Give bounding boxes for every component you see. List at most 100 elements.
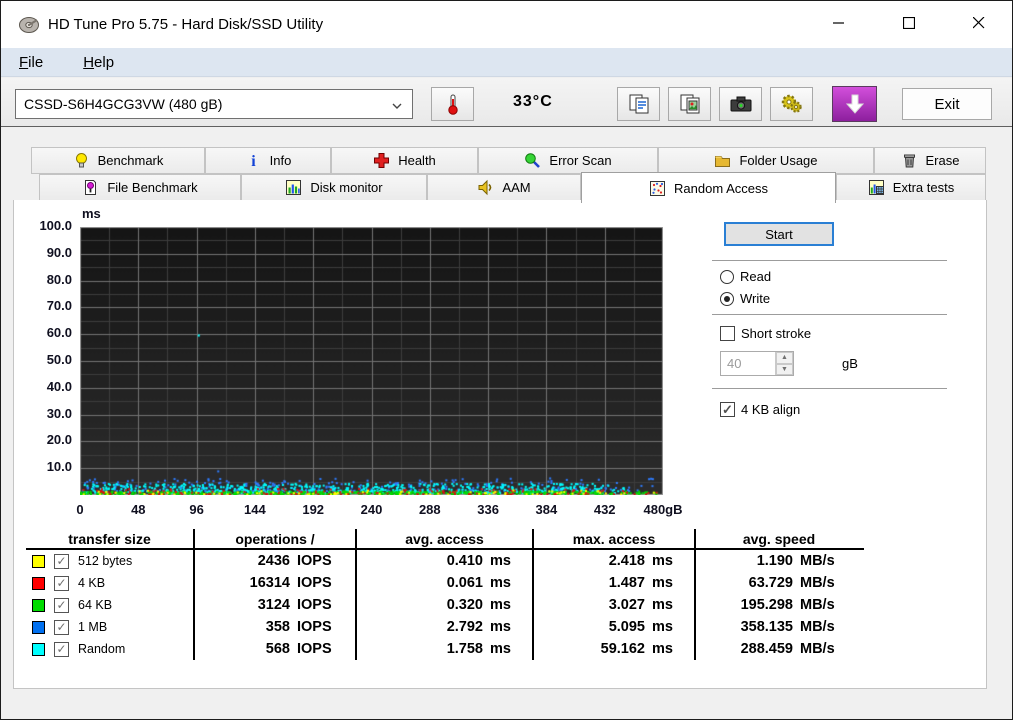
series-visible-checkbox[interactable]: ✓: [54, 576, 69, 591]
y-axis-tick-label: 50.0: [18, 352, 72, 367]
series-visible-checkbox[interactable]: ✓: [54, 598, 69, 613]
x-axis-end-label: 480gB: [643, 502, 682, 517]
write-label: Write: [740, 291, 770, 306]
extra-tests-icon: [868, 179, 885, 196]
series-visible-checkbox[interactable]: ✓: [54, 554, 69, 569]
stroke-size-unit: gB: [842, 356, 858, 371]
y-axis-tick-label: 70.0: [18, 298, 72, 313]
legend-cell: ✓512 bytes: [26, 550, 193, 572]
max-access-cell: 2.418ms: [532, 550, 694, 572]
start-button[interactable]: Start: [724, 222, 834, 246]
tab-random-access[interactable]: Random Access: [581, 172, 836, 203]
series-color-swatch: [32, 555, 45, 568]
y-axis-tick-label: 40.0: [18, 379, 72, 394]
stroke-size-spinner[interactable]: 40 ▲ ▼: [720, 351, 794, 376]
x-axis-tick-label: 336: [477, 502, 499, 517]
table-row-512-bytes: ✓512 bytes2436IOPS0.410ms2.418ms1.190MB/…: [26, 550, 864, 572]
tab-file-benchmark[interactable]: File Benchmark: [39, 174, 241, 201]
avg-speed-cell: 1.190MB/s: [694, 550, 862, 572]
y-axis-tick-label: 100.0: [18, 218, 72, 233]
tab-erase[interactable]: Erase: [874, 147, 986, 174]
series-visible-checkbox[interactable]: ✓: [54, 642, 69, 657]
x-axis-tick-label: 192: [302, 502, 324, 517]
avg-speed-cell: 358.135MB/s: [694, 616, 862, 638]
x-axis-tick-label: 384: [536, 502, 558, 517]
drive-select-dropdown[interactable]: CSSD-S6H4GCG3VW (480 gB): [15, 89, 413, 119]
series-visible-checkbox[interactable]: ✓: [54, 620, 69, 635]
separator: [712, 388, 947, 390]
spinner-up-icon[interactable]: ▲: [776, 352, 793, 364]
transfer-size-label: 1 MB: [78, 620, 107, 634]
close-icon: [973, 17, 985, 29]
app-disk-icon: [18, 14, 40, 36]
maximize-button[interactable]: [886, 1, 932, 45]
tab-extra-tests[interactable]: Extra tests: [836, 174, 986, 201]
table-header-max-access: max. access: [532, 529, 694, 548]
minimize-button[interactable]: [816, 1, 862, 45]
write-option[interactable]: Write: [720, 291, 952, 306]
exit-button[interactable]: Exit: [902, 88, 992, 120]
tab-health[interactable]: Health: [331, 147, 478, 174]
results-table: transfer sizeoperations /avg. accessmax.…: [26, 529, 864, 660]
max-access-cell: 1.487ms: [532, 572, 694, 594]
drive-select-value: CSSD-S6H4GCG3VW (480 gB): [24, 96, 222, 112]
start-label: Start: [765, 227, 792, 242]
screenshot-button[interactable]: [719, 87, 762, 121]
max-access-cell: 5.095ms: [532, 616, 694, 638]
table-header-transfer-size: transfer size: [26, 529, 193, 548]
tab-disk-monitor[interactable]: Disk monitor: [241, 174, 427, 201]
avg-access-cell: 1.758ms: [355, 638, 532, 660]
spinner-arrows[interactable]: ▲ ▼: [775, 352, 793, 375]
settings-button[interactable]: [770, 87, 813, 121]
operations-cell: 358IOPS: [193, 616, 355, 638]
align-option[interactable]: ✓ 4 KB align: [720, 402, 952, 417]
x-axis-tick-label: 432: [594, 502, 616, 517]
menu-help[interactable]: Help: [69, 48, 128, 76]
copy-text-button[interactable]: [617, 87, 660, 121]
save-download-icon: [843, 92, 867, 116]
short-stroke-option[interactable]: Short stroke: [720, 326, 952, 341]
close-button[interactable]: [956, 1, 1002, 45]
legend-cell: ✓ 1 MB: [26, 616, 193, 638]
temperature-value: 33°C: [513, 93, 553, 111]
tab-error-scan[interactable]: Error Scan: [478, 147, 658, 174]
tab-info[interactable]: iInfo: [205, 147, 331, 174]
toolbar: CSSD-S6H4GCG3VW (480 gB) 33°C: [1, 78, 1012, 127]
save-results-button[interactable]: [832, 86, 877, 122]
tab-row-2: File Benchmark Disk monitorAAMRandom Acce…: [39, 174, 986, 201]
read-option[interactable]: Read: [720, 269, 952, 284]
temperature-button[interactable]: [431, 87, 474, 121]
series-color-swatch: [32, 577, 45, 590]
separator: [712, 260, 947, 262]
menu-file[interactable]: File: [5, 48, 57, 76]
read-radio[interactable]: [720, 270, 734, 284]
tab-label: Folder Usage: [739, 153, 817, 168]
align-checkbox[interactable]: ✓: [720, 402, 735, 417]
tab-benchmark[interactable]: Benchmark: [31, 147, 205, 174]
title-bar: HD Tune Pro 5.75 - Hard Disk/SSD Utility: [1, 1, 1012, 48]
transfer-size-label: 4 KB: [78, 576, 105, 590]
short-stroke-label: Short stroke: [741, 326, 811, 341]
transfer-size-label: Random: [78, 642, 125, 656]
spinner-down-icon[interactable]: ▼: [776, 364, 793, 376]
file-benchmark-icon: [82, 179, 99, 196]
tab-aam[interactable]: AAM: [427, 174, 581, 201]
trash-icon: [901, 152, 918, 169]
x-axis-tick-label: 288: [419, 502, 441, 517]
write-radio[interactable]: [720, 292, 734, 306]
avg-access-cell: 2.792ms: [355, 616, 532, 638]
magnifier-icon: [524, 152, 541, 169]
tab-label: File Benchmark: [107, 180, 197, 195]
table-row-random: ✓Random568IOPS1.758ms59.162ms288.459MB/s: [26, 638, 864, 660]
chevron-down-icon: [392, 101, 402, 111]
menu-bar: File Help: [1, 48, 1012, 77]
minimize-icon: [833, 17, 845, 29]
y-axis-unit-label: ms: [82, 206, 101, 221]
copy-image-button[interactable]: [668, 87, 711, 121]
tab-folder-usage[interactable]: Folder Usage: [658, 147, 874, 174]
results-table-header: transfer sizeoperations /avg. accessmax.…: [26, 529, 864, 550]
short-stroke-checkbox[interactable]: [720, 326, 735, 341]
operations-cell: 568IOPS: [193, 638, 355, 660]
info-icon: i: [245, 152, 262, 169]
table-row-4-kb: ✓4 KB16314IOPS0.061ms1.487ms63.729MB/s: [26, 572, 864, 594]
